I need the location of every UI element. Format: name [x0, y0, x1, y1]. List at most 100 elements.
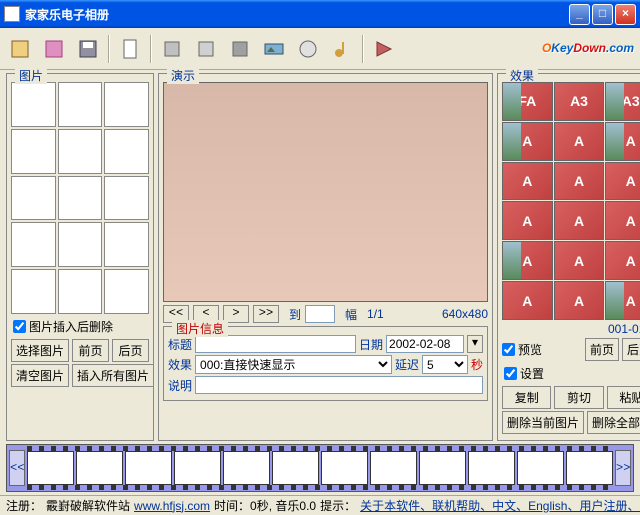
filmstrip: << >> — [6, 444, 634, 492]
date-input[interactable] — [386, 335, 464, 353]
delete-all-button[interactable]: 删除全部图片 — [587, 411, 640, 434]
filmstrip-next-button[interactable]: >> — [615, 450, 631, 486]
fx-cell[interactable]: A3 — [554, 82, 605, 121]
thumb-cell[interactable] — [11, 176, 56, 221]
tool-b[interactable] — [192, 34, 220, 64]
fx-cell[interactable]: A — [502, 201, 553, 240]
thumb-cell[interactable] — [58, 176, 103, 221]
tool-e[interactable] — [370, 34, 398, 64]
thumb-cell[interactable] — [104, 82, 149, 127]
minimize-button[interactable]: _ — [569, 4, 590, 25]
fx-cell[interactable]: A — [605, 122, 640, 161]
tool-image[interactable] — [260, 34, 288, 64]
preview-checkbox[interactable]: 预览 — [502, 341, 542, 358]
tool-d[interactable] — [294, 34, 322, 64]
page-indicator: 1/1 — [367, 307, 384, 321]
tool-a[interactable] — [158, 34, 186, 64]
watermark: OKeyDown.com — [542, 32, 634, 58]
fx-cell[interactable]: A — [605, 281, 640, 320]
tool-open[interactable] — [40, 34, 68, 64]
delay-select[interactable]: 5 — [422, 355, 468, 374]
effect-label: 效果 — [168, 356, 192, 373]
thumb-cell[interactable] — [104, 269, 149, 314]
reg-text: 霰崶破解软件站 — [46, 497, 130, 514]
thumb-cell[interactable] — [11, 222, 56, 267]
fx-cell[interactable]: A — [605, 241, 640, 280]
fx-cell[interactable]: A — [605, 201, 640, 240]
delay-unit: 秒 — [471, 356, 483, 373]
film-frame[interactable] — [223, 451, 270, 485]
thumb-cell[interactable] — [58, 82, 103, 127]
film-frame[interactable] — [321, 451, 368, 485]
delete-current-button[interactable]: 删除当前图片 — [502, 411, 584, 434]
fx-range: 001-018 — [506, 322, 640, 336]
effect-select[interactable]: 000:直接快速显示 — [195, 355, 392, 374]
fx-cell[interactable]: A — [502, 241, 553, 280]
film-frame[interactable] — [419, 451, 466, 485]
film-frame[interactable] — [27, 451, 74, 485]
clear-images-button[interactable]: 清空图片 — [11, 364, 69, 387]
filmstrip-prev-button[interactable]: << — [9, 450, 25, 486]
film-frame[interactable] — [174, 451, 221, 485]
url-link[interactable]: www.hfjsj.com — [134, 499, 210, 513]
desc-input[interactable] — [195, 376, 483, 394]
fx-cell[interactable]: A — [502, 162, 553, 201]
delete-after-insert-checkbox[interactable]: 图片插入后删除 — [13, 318, 147, 335]
thumb-cell[interactable] — [11, 82, 56, 127]
fx-cell[interactable]: A — [502, 122, 553, 161]
tool-new[interactable] — [6, 34, 34, 64]
time-text: 时间：0秒, 音乐0.0 — [214, 497, 316, 514]
cut-button[interactable]: 剪切 — [554, 386, 603, 409]
fx-prev-button[interactable]: 前页 — [585, 338, 619, 361]
goto-input[interactable] — [305, 305, 335, 323]
settings-checkbox[interactable]: 设置 — [504, 365, 640, 382]
thumb-cell[interactable] — [58, 129, 103, 174]
fx-cell[interactable]: A — [554, 281, 605, 320]
fx-cell[interactable]: A — [502, 281, 553, 320]
fx-cell[interactable]: A — [554, 201, 605, 240]
prev-page-button[interactable]: 前页 — [72, 339, 109, 362]
left-panel: 图片 图片插入后删除 选择图片 前页 后页 清空图片 插入所有图片 — [6, 73, 154, 441]
last-button[interactable]: >> — [253, 305, 279, 323]
paste-button[interactable]: 粘贴 — [607, 386, 640, 409]
thumb-cell[interactable] — [104, 222, 149, 267]
insert-all-button[interactable]: 插入所有图片 — [72, 364, 154, 387]
fx-cell[interactable]: A — [554, 162, 605, 201]
close-button[interactable]: × — [615, 4, 636, 25]
thumb-cell[interactable] — [58, 269, 103, 314]
desc-label: 说明 — [168, 377, 192, 394]
title-input[interactable] — [195, 335, 356, 353]
tool-save[interactable] — [74, 34, 102, 64]
film-frame[interactable] — [517, 451, 564, 485]
thumb-cell[interactable] — [11, 129, 56, 174]
fx-cell[interactable]: FA — [502, 82, 553, 121]
tool-page[interactable] — [116, 34, 144, 64]
next-page-button[interactable]: 后页 — [112, 339, 149, 362]
fx-cell[interactable]: A — [605, 162, 640, 201]
film-frame[interactable] — [76, 451, 123, 485]
tips-link[interactable]: 关于本软件、联机帮助、中文、English、用户注册、新的改动 — [360, 497, 640, 514]
film-frame[interactable] — [125, 451, 172, 485]
thumb-cell[interactable] — [104, 176, 149, 221]
film-frame[interactable] — [566, 451, 613, 485]
fx-cell[interactable]: A — [554, 241, 605, 280]
film-frame[interactable] — [272, 451, 319, 485]
date-picker-button[interactable]: ▾ — [467, 335, 483, 353]
thumb-cell[interactable] — [104, 129, 149, 174]
fx-cell[interactable]: A3 — [605, 82, 640, 121]
tip-label: 提示： — [320, 497, 356, 514]
thumb-cell[interactable] — [11, 269, 56, 314]
tool-music[interactable] — [328, 34, 356, 64]
thumb-cell[interactable] — [58, 222, 103, 267]
fx-cell[interactable]: A — [554, 122, 605, 161]
fx-next-button[interactable]: 后页 — [622, 338, 640, 361]
effects-grid: FAA3A3 AAA AAA AAA AAA AAA — [502, 82, 640, 320]
film-frame[interactable] — [370, 451, 417, 485]
dimension-label: 640x480 — [442, 307, 488, 321]
copy-button[interactable]: 复制 — [502, 386, 551, 409]
select-image-button[interactable]: 选择图片 — [11, 339, 69, 362]
maximize-button[interactable]: □ — [592, 4, 613, 25]
film-frame[interactable] — [468, 451, 515, 485]
tool-c[interactable] — [226, 34, 254, 64]
left-panel-title: 图片 — [15, 67, 47, 84]
